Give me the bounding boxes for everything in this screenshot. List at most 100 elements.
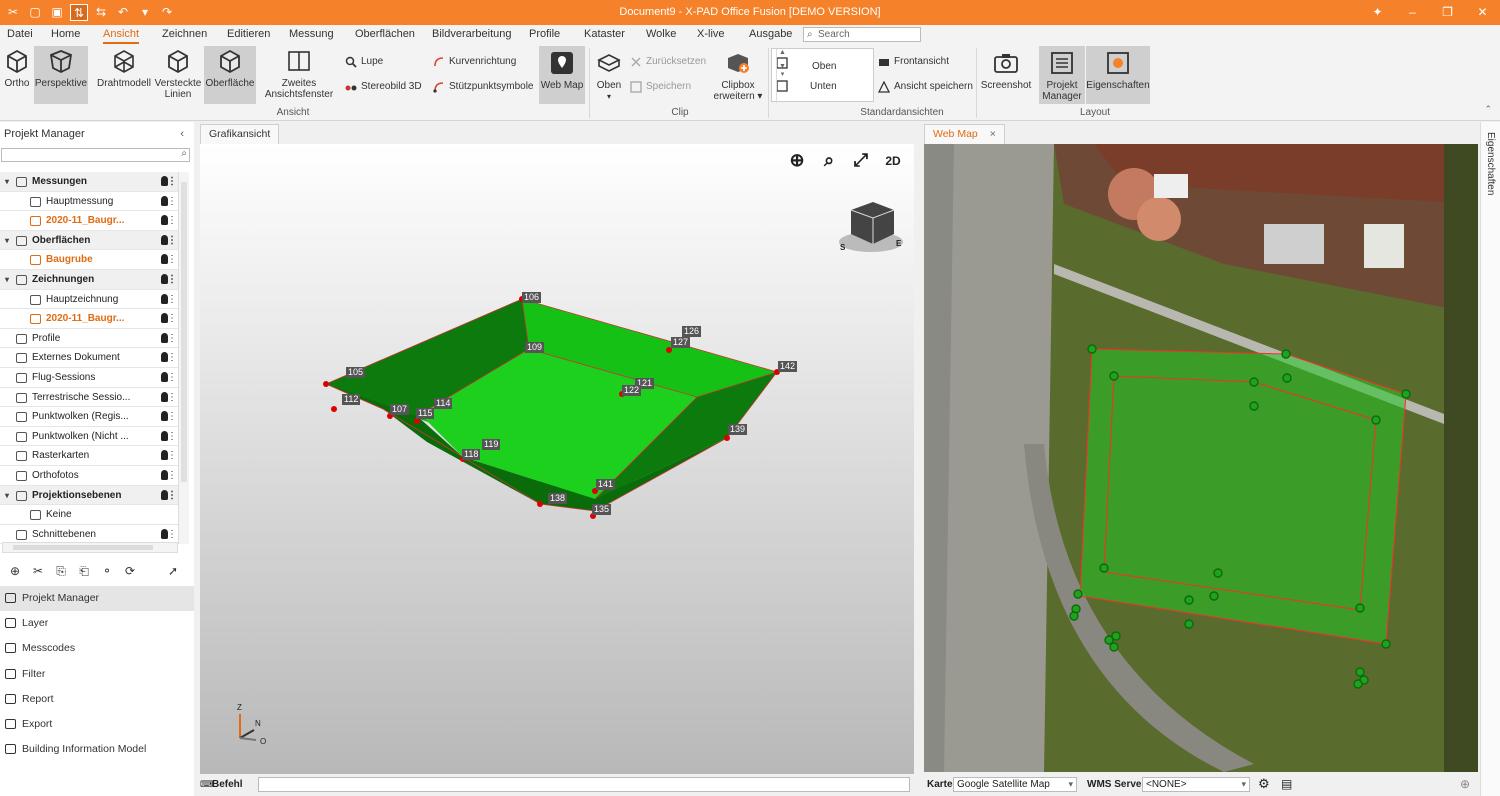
tree-item[interactable]: 2020-11_Baugr... ⋮ xyxy=(0,211,178,231)
lupe-button[interactable]: Lupe xyxy=(345,54,383,70)
more-options-icon[interactable]: ⋮ xyxy=(167,290,177,309)
ortho-button[interactable]: Ortho xyxy=(2,48,32,89)
tree-item[interactable]: Rasterkarten ⋮ xyxy=(0,446,178,466)
kurvenrichtung-button[interactable]: Kurvenrichtung xyxy=(433,54,516,70)
nav-item[interactable]: Projekt Manager xyxy=(0,586,194,612)
tree-item[interactable]: ▾ Messungen ⋮ xyxy=(0,172,178,192)
karte-select[interactable]: Google Satellite Map xyxy=(953,777,1077,792)
tree-item[interactable]: Hauptzeichnung ⋮ xyxy=(0,290,178,310)
more-options-icon[interactable]: ⋮ xyxy=(167,329,177,348)
clip-speichern-button[interactable]: Speichern xyxy=(630,79,691,95)
tree-item[interactable]: Terrestrische Sessio... ⋮ xyxy=(0,388,178,408)
tree-item[interactable]: 2020-11_Baugr... ⋮ xyxy=(0,309,178,329)
close-tab-icon[interactable]: × xyxy=(990,128,996,140)
more-options-icon[interactable]: ⋮ xyxy=(167,231,177,250)
command-input[interactable] xyxy=(258,777,910,792)
expand-icon[interactable]: ▾ xyxy=(5,172,9,191)
web-map-view[interactable] xyxy=(924,144,1478,772)
tree-item[interactable]: Keine xyxy=(0,505,178,525)
tab-web-map[interactable]: Web Map × xyxy=(924,124,1005,145)
wms-select[interactable]: <NONE> xyxy=(1142,777,1250,792)
std-unten-item[interactable]: Unten xyxy=(810,81,837,92)
cut-icon[interactable]: ✂ xyxy=(28,562,48,580)
more-options-icon[interactable]: ⋮ xyxy=(167,427,177,446)
more-options-icon[interactable]: ⋮ xyxy=(167,250,177,269)
connect-icon[interactable]: ⚬ xyxy=(97,562,117,580)
search-input[interactable]: Search xyxy=(803,27,921,42)
paste-icon[interactable]: ⎗ xyxy=(74,562,94,580)
tree-item[interactable]: Punktwolken (Nicht ... ⋮ xyxy=(0,427,178,447)
frontansicht-button[interactable]: Frontansicht xyxy=(878,54,949,70)
more-options-icon[interactable]: ⋮ xyxy=(167,211,177,230)
menu-bildverarbeitung[interactable]: Bildverarbeitung xyxy=(432,28,512,40)
menu-zeichnen[interactable]: Zeichnen xyxy=(162,28,207,40)
more-options-icon[interactable]: ⋮ xyxy=(167,172,177,191)
drahtmodell-button[interactable]: Drahtmodell xyxy=(96,48,152,89)
menu-wolke[interactable]: Wolke xyxy=(646,28,676,40)
more-options-icon[interactable]: ⋮ xyxy=(167,388,177,407)
settings-gear-icon[interactable]: ⚙ xyxy=(1258,776,1270,792)
stereobild-button[interactable]: Stereobild 3D xyxy=(345,79,422,95)
menu-xlive[interactable]: X-live xyxy=(697,28,725,40)
ribbon-collapse-icon[interactable]: ⌃ xyxy=(1484,104,1492,115)
more-options-icon[interactable]: ⋮ xyxy=(167,486,177,505)
expand-icon[interactable]: ▾ xyxy=(5,231,9,250)
globe-icon[interactable]: ⊕ xyxy=(1460,777,1470,791)
more-options-icon[interactable]: ⋮ xyxy=(167,270,177,289)
nav-item[interactable]: Messcodes xyxy=(0,636,194,661)
tree-item[interactable]: Orthofotos ⋮ xyxy=(0,466,178,486)
close-button[interactable]: ✕ xyxy=(1465,0,1500,25)
map-layout-icon[interactable]: ▤ xyxy=(1281,777,1292,791)
more-options-icon[interactable]: ⋮ xyxy=(167,368,177,387)
menu-kataster[interactable]: Kataster xyxy=(584,28,625,40)
tree-item[interactable]: ▾ Projektionsebenen ⋮ xyxy=(0,485,178,506)
expand-icon[interactable]: ▾ xyxy=(5,486,9,505)
select-icon[interactable]: ➚ xyxy=(163,562,183,580)
clipbox-erweitern-button[interactable]: Clipbox erweitern ▾ xyxy=(710,50,766,102)
collapse-panel-icon[interactable]: ‹ xyxy=(180,128,184,140)
copy-icon[interactable]: ⎘ xyxy=(51,562,71,580)
nav-item[interactable]: Building Information Model xyxy=(0,737,194,762)
stuetzpunktsymbole-button[interactable]: Stützpunktsymbole xyxy=(433,79,534,95)
pin-icon[interactable]: ✦ xyxy=(1360,0,1395,25)
screenshot-button[interactable]: Screenshot xyxy=(980,50,1032,91)
nav-item[interactable]: Filter xyxy=(0,662,194,687)
menu-home[interactable]: Home xyxy=(51,28,80,40)
more-options-icon[interactable]: ⋮ xyxy=(167,309,177,328)
nav-item[interactable]: Layer xyxy=(0,611,194,636)
minimize-button[interactable]: – xyxy=(1395,0,1430,25)
tree-item[interactable]: ▾ Zeichnungen ⋮ xyxy=(0,269,178,290)
graphic-viewport[interactable]: ⊕ ⌕ ⤢ 2D S E 106 126 127 109 142 105 121… xyxy=(200,144,914,774)
perspektive-button[interactable]: Perspektive xyxy=(34,46,88,104)
clip-oben-button[interactable]: Oben ▾ xyxy=(592,50,626,102)
add-icon[interactable]: ⊕ xyxy=(5,562,25,580)
nav-item[interactable]: Report xyxy=(0,687,194,712)
menu-oberflaechen[interactable]: Oberflächen xyxy=(355,28,415,40)
tree-item[interactable]: Externes Dokument ⋮ xyxy=(0,348,178,368)
tree-item[interactable]: Flug-Sessions ⋮ xyxy=(0,368,178,388)
tree-filter-input[interactable]: ⌕ xyxy=(1,148,190,162)
tree-horizontal-scrollbar[interactable] xyxy=(2,542,178,553)
tree-item[interactable]: ▾ Oberflächen ⋮ xyxy=(0,230,178,251)
more-options-icon[interactable]: ⋮ xyxy=(167,446,177,465)
maximize-button[interactable]: ❐ xyxy=(1430,0,1465,25)
tree-item[interactable]: Hauptmessung ⋮ xyxy=(0,192,178,212)
web-map-button[interactable]: Web Map xyxy=(539,46,585,104)
versteckte-linien-button[interactable]: Versteckte Linien xyxy=(153,48,203,100)
more-options-icon[interactable]: ⋮ xyxy=(167,348,177,367)
refresh-icon[interactable]: ⟳ xyxy=(120,562,140,580)
menu-messung[interactable]: Messung xyxy=(289,28,334,40)
ansicht-speichern-button[interactable]: Ansicht speichern xyxy=(878,79,973,95)
menu-ansicht[interactable]: Ansicht xyxy=(103,28,140,44)
menu-datei[interactable]: Datei xyxy=(7,28,33,40)
more-options-icon[interactable]: ⋮ xyxy=(167,466,177,485)
menu-editieren[interactable]: Editieren xyxy=(227,28,270,40)
tree-item[interactable]: Baugrube ⋮ xyxy=(0,250,178,270)
tab-grafikansicht[interactable]: Grafikansicht xyxy=(200,124,280,145)
nav-item[interactable]: Export xyxy=(0,712,194,737)
menu-ausgabe[interactable]: Ausgabe xyxy=(749,28,792,40)
menu-profile[interactable]: Profile xyxy=(529,28,560,40)
tree-vertical-scrollbar[interactable] xyxy=(178,172,189,544)
zweites-ansichtsfenster-button[interactable]: Zweites Ansichtsfenster xyxy=(262,48,336,100)
gallery-scroll[interactable]: ▲ ▼ ▾ xyxy=(776,49,788,103)
